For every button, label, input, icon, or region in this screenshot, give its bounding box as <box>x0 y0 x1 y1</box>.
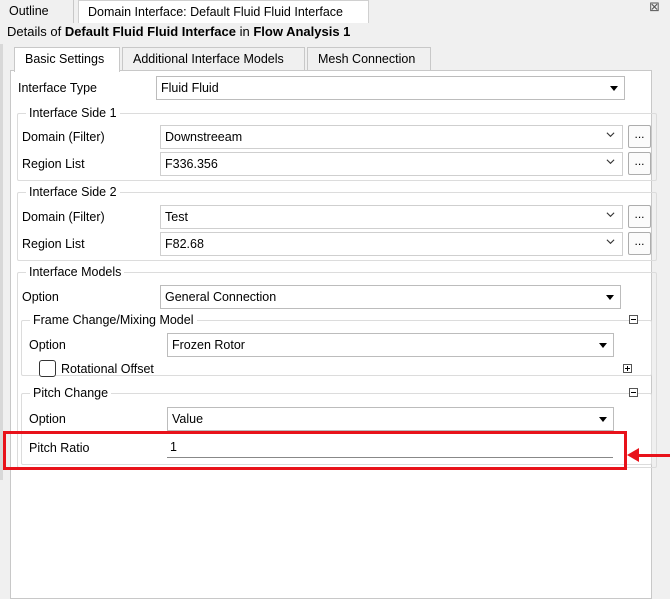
side1-region-browse-button[interactable]: ... <box>628 152 651 175</box>
side2-region-value: F82.68 <box>165 237 204 251</box>
side1-domain-value: Downstreeam <box>165 130 243 144</box>
chevron-down-icon <box>606 132 615 138</box>
pitch-option-value: Value <box>172 412 204 426</box>
tab-additional-interface-models[interactable]: Additional Interface Models <box>122 47 305 71</box>
side2-domain-value: Test <box>165 210 188 224</box>
side2-region-label: Region List <box>22 237 85 251</box>
side2-domain-label: Domain (Filter) <box>22 210 105 224</box>
rotational-offset-checkbox[interactable] <box>39 360 56 377</box>
details-analysis-name: Flow Analysis 1 <box>253 24 351 39</box>
interface-type-value: Fluid Fluid <box>161 81 219 95</box>
frame-option-value: Frozen Rotor <box>172 338 245 352</box>
tab-domain-interface-label: Domain Interface: Default Fluid Fluid In… <box>88 5 343 19</box>
frame-option-label: Option <box>29 338 66 352</box>
side1-domain-select[interactable]: Downstreeam <box>160 125 623 149</box>
tab-outline[interactable]: Outline <box>0 0 74 23</box>
tab-basic-settings[interactable]: Basic Settings <box>14 47 120 72</box>
dropdown-arrow-icon <box>606 295 614 300</box>
dropdown-arrow-icon <box>599 343 607 348</box>
interface-type-select[interactable]: Fluid Fluid <box>156 76 625 100</box>
side2-domain-select[interactable]: Test <box>160 205 623 229</box>
side2-region-browse-button[interactable]: ... <box>628 232 651 255</box>
tab-additional-interface-models-label: Additional Interface Models <box>133 52 284 66</box>
tab-mesh-connection-label: Mesh Connection <box>318 52 416 66</box>
tab-outline-label: Outline <box>9 4 49 18</box>
models-option-select[interactable]: General Connection <box>160 285 621 309</box>
annotation-arrow-shaft <box>638 454 670 457</box>
interface-side-2-title: Interface Side 2 <box>26 184 120 200</box>
pitch-option-label: Option <box>29 412 66 426</box>
interface-side-1-title: Interface Side 1 <box>26 105 120 121</box>
models-option-value: General Connection <box>165 290 277 304</box>
chevron-down-icon <box>606 212 615 218</box>
tab-mesh-connection[interactable]: Mesh Connection <box>307 47 431 71</box>
frame-change-collapse-icon[interactable] <box>629 315 638 324</box>
details-prefix: Details of <box>7 24 65 39</box>
pitch-change-title: Pitch Change <box>30 385 112 401</box>
side1-region-select[interactable]: F336.356 <box>160 152 623 176</box>
tab-domain-interface[interactable]: Domain Interface: Default Fluid Fluid In… <box>78 0 369 23</box>
details-heading: Details of Default Fluid Fluid Interface… <box>7 24 350 39</box>
rotational-offset-label: Rotational Offset <box>61 362 154 376</box>
side1-domain-browse-button[interactable]: ... <box>628 125 651 148</box>
details-object-name: Default Fluid Fluid Interface <box>64 24 236 39</box>
tab-basic-settings-label: Basic Settings <box>25 52 105 66</box>
pitch-option-select[interactable]: Value <box>167 407 614 431</box>
chevron-down-icon <box>606 239 615 245</box>
frame-option-select[interactable]: Frozen Rotor <box>167 333 614 357</box>
side1-region-label: Region List <box>22 157 85 171</box>
side1-region-value: F336.356 <box>165 157 218 171</box>
dropdown-arrow-icon <box>610 86 618 91</box>
pitch-change-collapse-icon[interactable] <box>629 388 638 397</box>
chevron-down-icon <box>606 159 615 165</box>
rotational-offset-expand-icon[interactable] <box>623 364 632 373</box>
dropdown-arrow-icon <box>599 417 607 422</box>
annotation-highlight-box <box>3 431 627 470</box>
side2-domain-browse-button[interactable]: ... <box>628 205 651 228</box>
side1-domain-label: Domain (Filter) <box>22 130 105 144</box>
left-frame-border <box>0 44 3 480</box>
side2-region-select[interactable]: F82.68 <box>160 232 623 256</box>
models-option-label: Option <box>22 290 59 304</box>
close-icon[interactable]: ⊠ <box>649 0 660 14</box>
interface-type-label: Interface Type <box>18 81 97 95</box>
interface-models-title: Interface Models <box>26 264 125 280</box>
details-middle: in <box>236 24 254 39</box>
frame-change-title: Frame Change/Mixing Model <box>30 312 197 328</box>
